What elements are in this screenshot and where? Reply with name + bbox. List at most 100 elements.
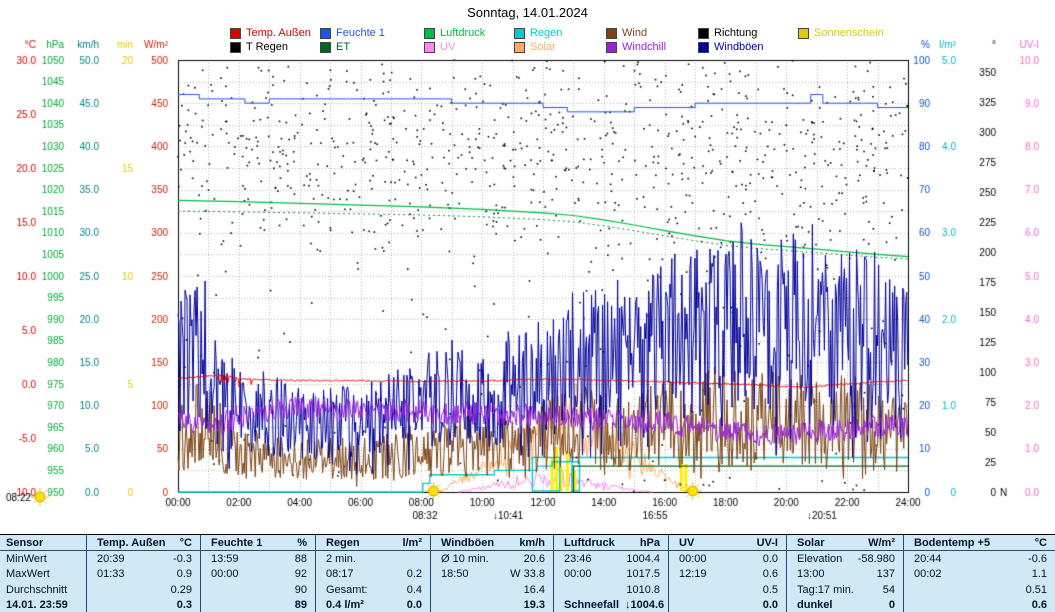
table-cell-bodentemp-5: 00:021.1 (903, 567, 1055, 583)
table-header-uv: UV UV-I (668, 535, 786, 551)
table-cell-solar: dunkel 0 (786, 598, 903, 612)
cell-text: Luftdruck (564, 537, 615, 549)
table-cell-uv: 12:19 0.6 (668, 567, 786, 583)
windchill-swatch-icon (606, 42, 617, 53)
sonnenschein-swatch-icon (798, 28, 809, 39)
richtung-swatch-icon (698, 28, 709, 39)
table-cell-feuchte-1: 13:59 88 (200, 551, 315, 567)
regen-swatch-icon (514, 28, 525, 39)
cell-text: MaxWert (6, 568, 50, 580)
table-cell-regen: 0.4 l/m² 0.0 (315, 598, 430, 612)
legend-label: Regen (530, 27, 562, 39)
cell-value: 0.6 (763, 568, 778, 580)
legend-item-et: ET (320, 41, 350, 53)
cell-text: Sensor (6, 537, 43, 549)
cell-value: °C (1035, 537, 1047, 549)
table-header-bodentemp-5: Bodentemp +5°C (903, 535, 1055, 551)
table-cell-luftdruck: Schneefall↓1004.6 (553, 598, 668, 612)
cell-value: 0.6 (1032, 599, 1047, 611)
legend-label: Temp. Außen (246, 27, 311, 39)
legend-item-luftdruck: Luftdruck (424, 27, 485, 39)
cell-value: 0.29 (171, 584, 192, 596)
cell-value: 0.5 (763, 584, 778, 596)
table-header-windb-en: Windböen km/h (430, 535, 553, 551)
table-cell-solar: 13:00137 (786, 567, 903, 583)
table-header-regen: Regenl/m² (315, 535, 430, 551)
legend-item-windb-en: Windböen (698, 41, 764, 53)
legend-label: Sonnenschein (814, 27, 884, 39)
table-cell-regen: Gesamt:0.4 (315, 582, 430, 598)
table-cell-luftdruck: 23:461004.4 (553, 551, 668, 567)
cell-text: Temp. Außen (97, 537, 165, 549)
cell-text: dunkel (797, 599, 832, 611)
cell-value: 0.0 (407, 599, 422, 611)
cell-value: 0.51 (1026, 584, 1047, 596)
legend-label: Luftdruck (440, 27, 485, 39)
cell-value: ↓1004.6 (625, 599, 664, 611)
weather-chart-canvas (0, 0, 1055, 534)
cell-value: °C (180, 537, 192, 549)
table-cell-temp-au-en: 01:330.9 (86, 567, 200, 583)
legend-label: UV (440, 41, 455, 53)
table-header-temp-au-en: Temp. Außen °C (86, 535, 200, 551)
table-row-label: Durchschnitt (0, 582, 86, 598)
t-regen-swatch-icon (230, 42, 241, 53)
table-cell-temp-au-en: 0.29 (86, 582, 200, 598)
cell-value: % (297, 537, 307, 549)
table-cell-uv: 0.5 (668, 582, 786, 598)
cell-value: UV-I (757, 537, 778, 549)
cell-value: 16.4 (524, 584, 545, 596)
legend-label: Richtung (714, 27, 757, 39)
table-cell-bodentemp-5: 0.6 (903, 598, 1055, 612)
cell-value: 0.3 (177, 599, 192, 611)
legend-item-uv: UV (424, 41, 455, 53)
cell-value: W/m² (868, 537, 895, 549)
cell-value: 88 (295, 553, 307, 565)
legend-label: Solar (530, 41, 556, 53)
cell-value: 0.0 (763, 599, 778, 611)
legend-label: Feuchte 1 (336, 27, 385, 39)
cell-value: 0.0 (763, 553, 778, 565)
cell-value: hPa (640, 537, 660, 549)
cell-text: UV (679, 537, 694, 549)
et-swatch-icon (320, 42, 331, 53)
cell-value: 1017.5 (626, 568, 660, 580)
cell-text: Windböen (441, 537, 494, 549)
cell-value: -58.980 (858, 553, 895, 565)
cell-value: 19.3 (524, 599, 545, 611)
legend-item-windchill: Windchill (606, 41, 666, 53)
uv-swatch-icon (424, 42, 435, 53)
cell-value: 0 (889, 599, 895, 611)
table-header-feuchte-1: Feuchte 1% (200, 535, 315, 551)
weather-day-chart-screen: Sonntag, 14.01.2024 Temp. AußenFeuchte 1… (0, 0, 1055, 612)
legend-item-feuchte-1: Feuchte 1 (320, 27, 385, 39)
windb-en-swatch-icon (698, 42, 709, 53)
cell-text: 13:59 (211, 553, 239, 565)
cell-text: Durchschnitt (6, 584, 67, 596)
legend-item-temp-au-en: Temp. Außen (230, 27, 311, 39)
cell-value: -0.3 (173, 553, 192, 565)
cell-value: km/h (519, 537, 545, 549)
legend-item-t-regen: T Regen (230, 41, 288, 53)
table-cell-temp-au-en: 20:39-0.3 (86, 551, 200, 567)
legend-label: Windchill (622, 41, 666, 53)
cell-value: 0.4 (407, 584, 422, 596)
cell-value: 20.6 (524, 553, 545, 565)
cell-text: MinWert (6, 553, 47, 565)
cell-text: 00:00 (679, 553, 707, 565)
legend-item-wind: Wind (606, 27, 647, 39)
cell-text: 13:00 (797, 568, 825, 580)
table-cell-bodentemp-5: 0.51 (903, 582, 1055, 598)
cell-text: 14.01. 23:59 (6, 599, 68, 611)
feuchte-1-swatch-icon (320, 28, 331, 39)
table-cell-feuchte-1: 00:0092 (200, 567, 315, 583)
cell-value: 0.9 (177, 568, 192, 580)
cell-text: 0.4 l/m² (326, 599, 364, 611)
table-row-label: 14.01. 23:59 (0, 598, 86, 612)
cell-text: 12:19 (679, 568, 707, 580)
table-cell-windb-en: 16.4 (430, 582, 553, 598)
table-cell-windb-en: Ø 10 min.20.6 (430, 551, 553, 567)
legend-item-regen: Regen (514, 27, 562, 39)
legend-label: Wind (622, 27, 647, 39)
cell-text: 00:02 (914, 568, 942, 580)
